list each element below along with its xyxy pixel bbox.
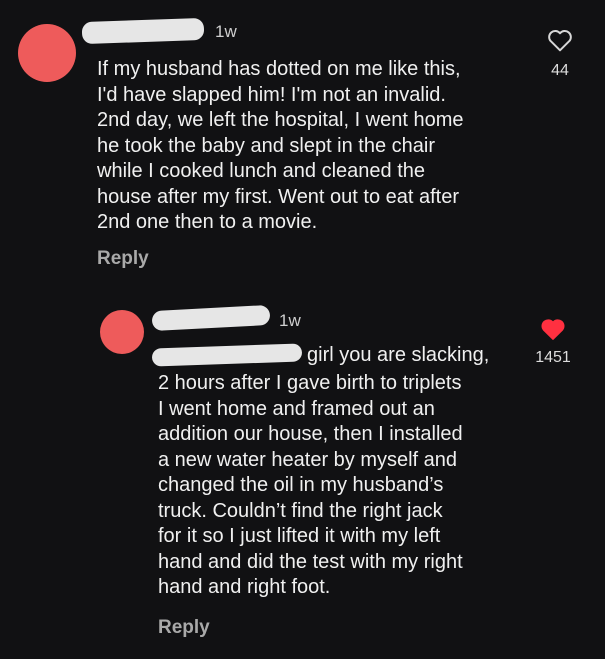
redacted-username [151,304,271,332]
like-count: 44 [551,62,569,79]
timestamp: 1w [279,311,301,330]
avatar[interactable] [100,310,144,354]
like-count: 1451 [535,349,571,366]
timestamp: 1w [215,22,237,41]
redacted-username [81,17,205,45]
heart-outline-icon[interactable] [547,28,573,52]
reply-button[interactable]: Reply [158,617,210,639]
comment-first-line: girl you are slacking, [307,344,490,366]
comment-1: 1w If my husband has dotted on me like t… [0,0,605,290]
comment-text: If my husband has dotted on me like this… [97,58,464,233]
redacted-mention [151,343,303,367]
heart-filled-icon[interactable] [540,317,566,341]
comment-text: 2 hours after I gave birth to triplets I… [158,372,463,598]
comment-2: 1w girl you are slacking, 2 hours after … [0,290,605,659]
reply-button[interactable]: Reply [97,248,149,270]
avatar[interactable] [18,24,76,82]
